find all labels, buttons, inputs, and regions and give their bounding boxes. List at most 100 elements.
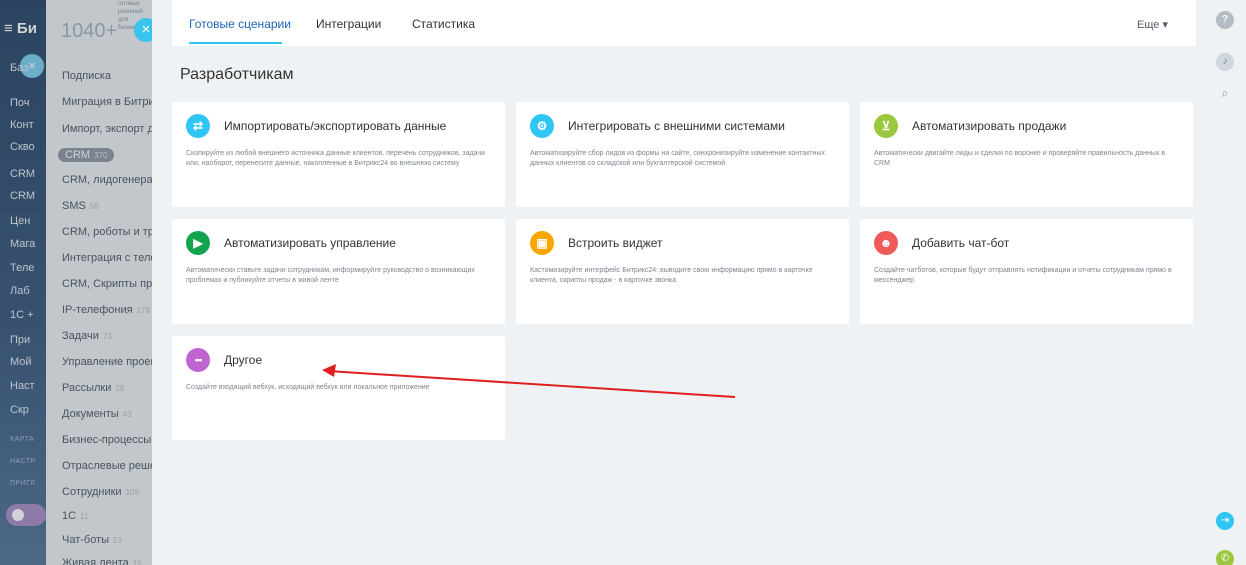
menu-item[interactable]: Живая лента 16 [62,557,142,565]
menu-item[interactable]: SMS 58 [62,200,99,212]
app-nav-item[interactable]: При [10,334,30,346]
app-nav-item[interactable]: Поч [10,97,30,109]
right-toolbar: ? ♪ ⌕ ⇥ ✆ [1207,0,1246,565]
active-tab-underline [189,42,282,44]
menu-item[interactable]: Бизнес-процессы85 [62,434,152,446]
category-menu: 1040+ готовых решений для Бизнеса Подпис… [46,0,152,565]
menu-item-label: IP-телефония [62,304,133,316]
avatar[interactable] [6,504,46,526]
menu-item-label: Миграция в Битрикс [62,96,152,108]
menu-item-label: Импорт, экспорт дан [62,123,152,135]
app-nav-item[interactable]: Лаб [10,285,30,297]
card-description: Автоматически ставьте задачи сотрудникам… [186,267,475,284]
app-nav-item[interactable]: Скр [10,404,29,416]
menu-item[interactable]: CRM, Скрипты прод [62,278,152,290]
bell-icon[interactable]: ♪ [1216,53,1234,71]
robot-icon: ☻ [874,231,898,255]
app-nav-item[interactable]: Мой [10,356,32,368]
menu-item[interactable]: Импорт, экспорт дан [62,123,152,135]
main-content: Готовые сценарии Интеграции Статистика Е… [152,0,1207,565]
scenario-card[interactable]: ☻ Добавить чат-бот Создайте чатботов, ко… [860,219,1193,324]
app-small-label[interactable]: НАСТР [10,458,36,465]
phone-icon[interactable]: ✆ [1216,550,1234,565]
scenario-card-other[interactable]: ••• Другое Создайте входящий вебхук, исх… [172,336,505,440]
card-title: Автоматизировать управление [224,236,396,250]
menu-item-count: 370 [94,151,108,160]
menu-item-count: 109 [125,488,139,497]
app-nav-item[interactable]: CRM [10,168,35,180]
search-icon[interactable]: ⌕ [1216,84,1234,102]
menu-item-label: CRM, лидогенерация [62,174,152,186]
scenario-card[interactable]: ▣ Встроить виджет Кастомизируйте интерфе… [516,219,849,324]
menu-item-label: CRM, Скрипты прод [62,278,152,290]
app-nav-item[interactable]: CRM [10,190,35,202]
app-nav-item[interactable]: Наст [10,380,35,392]
menu-item[interactable]: Чат-боты 53 [62,534,122,546]
menu-item-count: 58 [89,202,99,211]
menu-item[interactable]: Сотрудники 109 [62,486,139,498]
app-nav-item[interactable]: Конт [10,119,34,131]
menu-item[interactable]: Отраслевые решени [62,460,152,472]
card-title: Другое [224,353,263,367]
app-nav-item[interactable]: Теле [10,262,34,274]
menu-item-label: Управление проекта [62,356,152,368]
card-description: Скопируйте из любой внешнего источника д… [186,150,485,167]
app-sidebar: ≡ Би × Баз Поч Конт Скво CRM CRM Цен Маг… [0,0,46,565]
menu-item[interactable]: Миграция в Битрикс [62,96,152,108]
tab-statistics[interactable]: Статистика [412,17,475,31]
menu-item-label: 1С [62,510,77,522]
menu-item[interactable]: Подписка [62,70,111,82]
app-nav-item[interactable]: 1С + [10,309,34,321]
menu-item-label: Задачи [62,330,99,342]
card-description: Создайте чатботов, которые будут отправл… [874,267,1172,284]
menu-item[interactable]: Рассылки 28 [62,382,124,394]
app-small-label[interactable]: ПРИГЛ [10,480,35,487]
menu-item[interactable]: CRM, лидогенерация [62,174,152,186]
login-icon[interactable]: ⇥ [1216,512,1234,530]
help-icon[interactable]: ? [1216,11,1234,29]
menu-item[interactable]: Задачи 73 [62,330,112,342]
cart-icon: ⊻ [874,114,898,138]
app-nav-item[interactable]: Скво [10,141,35,153]
menu-item-label: CRM, роботы и триг [62,226,152,238]
menu-item[interactable]: CRM, роботы и триг [62,226,152,238]
menu-item-label: Подписка [62,70,111,82]
app-nav-item[interactable]: Мага [10,238,35,250]
menu-item-label: CRM [65,149,91,161]
menu-item-label: Сотрудники [62,486,122,498]
menu-item[interactable]: 1С 11 [62,510,88,522]
menu-item[interactable]: Интеграция с телеф [62,252,152,264]
card-description: Автоматически двигайте лиды и сделки по … [874,150,1166,167]
menu-item-count: 28 [115,384,125,393]
menu-item-label: Документы [62,408,119,420]
widget-icon: ▣ [530,231,554,255]
menu-item[interactable]: Документы 43 [62,408,132,420]
card-title: Автоматизировать продажи [912,119,1067,133]
more-dropdown[interactable]: Еще ▾ [1137,18,1168,31]
scenario-card[interactable]: ⚙ Интегрировать с внешними системами Авт… [516,102,849,207]
menu-item-count: 11 [80,512,89,521]
menu-item[interactable]: IP-телефония 178 [62,304,150,316]
app-nav-item[interactable]: Цен [10,215,30,227]
menu-item-label: Рассылки [62,382,112,394]
play-icon: ▶ [186,231,210,255]
app-brand[interactable]: ≡ Би [4,20,37,37]
scenario-card[interactable]: ▶ Автоматизировать управление Автоматиче… [172,219,505,324]
solutions-count: 1040+ [61,20,118,42]
scenario-card[interactable]: ⇄ Импортировать/экспортировать данные Ск… [172,102,505,207]
app-small-label[interactable]: КАРТА [10,436,34,443]
menu-item-active[interactable]: CRM 370 [58,148,115,162]
tab-bar: Готовые сценарии Интеграции Статистика Е… [172,0,1196,46]
card-title: Импортировать/экспортировать данные [224,119,447,133]
menu-item-label: Живая лента [62,557,129,565]
menu-item-count: 178 [136,306,150,315]
scenario-card[interactable]: ⊻ Автоматизировать продажи Автоматически… [860,102,1193,207]
tab-ready-scenarios[interactable]: Готовые сценарии [189,17,291,31]
menu-item-count: 73 [102,332,112,341]
app-nav-item[interactable]: Баз [10,62,28,74]
card-title: Интегрировать с внешними системами [568,119,785,133]
card-description: Кастомизируйте интерфейс Битрикс24: выво… [530,267,813,284]
tab-integrations[interactable]: Интеграции [316,17,381,31]
menu-item[interactable]: Управление проекта [62,356,152,368]
menu-item-label: SMS [62,200,86,212]
